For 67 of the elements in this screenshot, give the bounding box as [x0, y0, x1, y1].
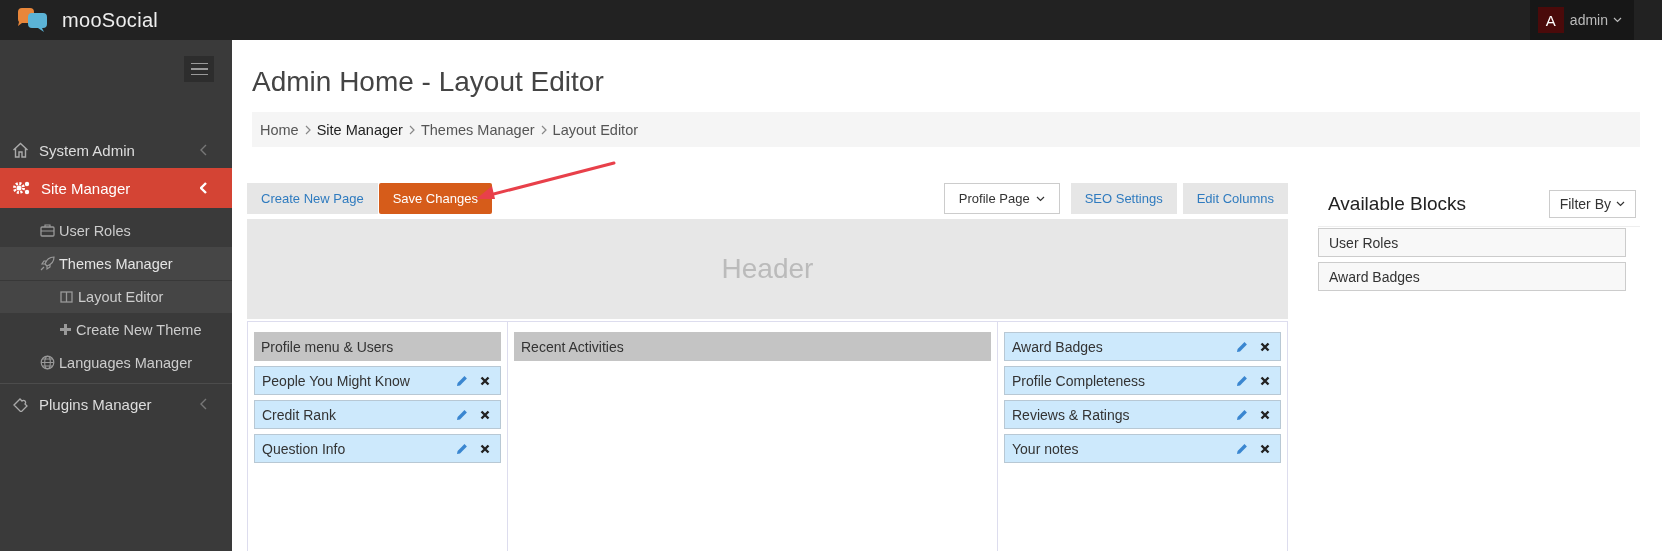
sidebar-item[interactable]: Plugins Manager [0, 386, 232, 422]
column-title: Profile menu & Users [254, 332, 501, 361]
sidebar-subitem[interactable]: Create New Theme [0, 313, 232, 346]
menu-button[interactable] [184, 56, 214, 82]
close-icon[interactable] [1260, 409, 1270, 420]
pencil-icon[interactable] [456, 374, 468, 387]
layout-block[interactable]: Award Badges [1004, 332, 1281, 361]
available-block[interactable]: Award Badges [1318, 262, 1626, 291]
panel-title: Available Blocks [1328, 192, 1466, 215]
pencil-icon[interactable] [1236, 374, 1248, 387]
user-avatar: A [1537, 7, 1564, 33]
sidebar-subitem[interactable]: Themes Manager [0, 247, 232, 280]
breadcrumb-link[interactable]: Home [260, 121, 299, 138]
pencil-icon[interactable] [1236, 340, 1248, 353]
separator-icon [304, 124, 311, 135]
layout-block[interactable]: Profile Completeness [1004, 366, 1281, 395]
toolbar-button[interactable]: Edit Columns [1182, 183, 1288, 214]
close-icon[interactable] [1260, 375, 1270, 386]
page-dropdown[interactable]: Profile Page [943, 183, 1060, 214]
sidebar-item[interactable]: Site Manager [0, 168, 232, 208]
close-icon[interactable] [1260, 341, 1270, 352]
breadcrumb-link[interactable]: Themes Manager [420, 121, 535, 138]
chevron-icon [200, 398, 208, 410]
pencil-icon[interactable] [456, 442, 468, 455]
toolbar-button[interactable]: Create New Page [247, 183, 378, 214]
sidebar-subitem[interactable]: User Roles [0, 214, 232, 247]
pencil-icon[interactable] [1236, 408, 1248, 421]
rocket-icon [40, 256, 55, 271]
layout-block[interactable]: Credit Rank [254, 400, 501, 429]
gears-icon [13, 180, 31, 196]
breadcrumb-link[interactable]: Site Manager [316, 121, 403, 138]
caret-icon [1035, 195, 1045, 202]
plus-icon [60, 324, 71, 335]
save-button[interactable]: Save Changes [378, 183, 492, 214]
columns-icon [60, 291, 73, 303]
sidebar-item[interactable]: System Admin [0, 132, 232, 168]
page-title: Admin Home - Layout Editor [252, 65, 605, 99]
close-icon[interactable] [1260, 443, 1270, 454]
home-icon [12, 142, 29, 158]
plugin-icon [12, 396, 29, 412]
layout-block[interactable]: Question Info [254, 434, 501, 463]
available-block[interactable]: User Roles [1318, 228, 1626, 257]
caret-icon [1616, 200, 1625, 207]
filter-dropdown[interactable]: Filter By [1548, 189, 1636, 218]
close-icon[interactable] [480, 443, 490, 454]
separator-icon [540, 124, 547, 135]
toolbar-button[interactable]: SEO Settings [1070, 183, 1177, 214]
breadcrumb-link[interactable]: Layout Editor [552, 121, 639, 138]
pencil-icon[interactable] [1236, 442, 1248, 455]
sidebar-subitem[interactable]: Layout Editor [0, 280, 232, 313]
user-menu[interactable]: admin [1569, 12, 1622, 28]
chat-bubbles-logo [16, 8, 48, 32]
layout-block[interactable]: Reviews & Ratings [1004, 400, 1281, 429]
layout-block[interactable]: People You Might Know [254, 366, 501, 395]
pencil-icon[interactable] [456, 408, 468, 421]
column-title: Recent Activities [514, 332, 991, 361]
layout-block[interactable]: Your notes [1004, 434, 1281, 463]
close-icon[interactable] [480, 375, 490, 386]
caret-icon [1613, 17, 1622, 23]
brand-name[interactable]: mooSocial [62, 8, 159, 32]
briefcase-icon [40, 224, 55, 237]
close-icon[interactable] [480, 409, 490, 420]
globe-icon [40, 355, 55, 370]
sidebar-subitem[interactable]: Languages Manager [0, 346, 232, 379]
chevron-icon [200, 182, 208, 194]
separator-icon [408, 124, 415, 135]
chevron-icon [200, 144, 208, 156]
